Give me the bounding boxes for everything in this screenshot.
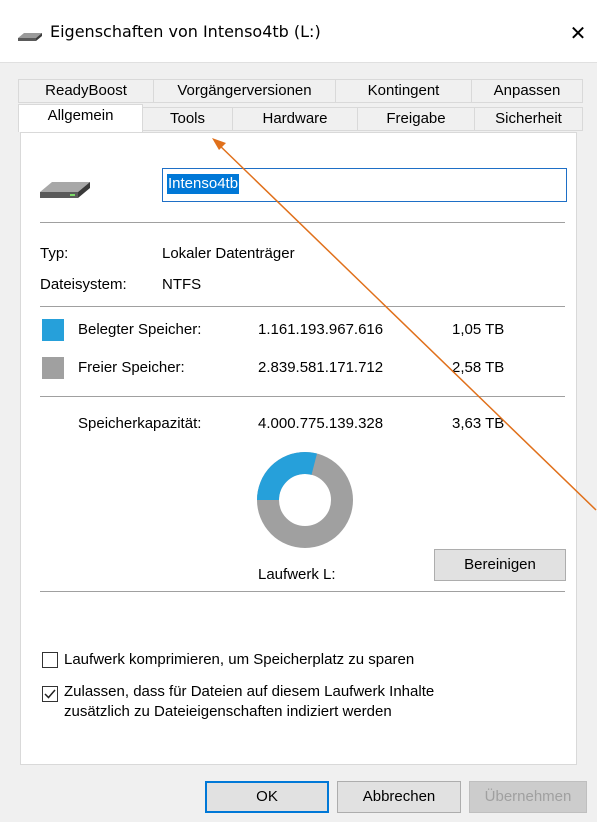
capacity-bytes: 4.000.775.139.328 [258,415,384,432]
type-value: Lokaler Datenträger [162,245,295,262]
drive-letter-label: Laufwerk L: [258,566,336,583]
used-size: 1,05 TB [452,321,505,338]
separator [40,396,565,397]
tab-kontingent[interactable]: Kontingent [335,79,472,103]
compress-checkbox[interactable] [42,652,58,668]
separator [40,591,565,592]
tab-readyboost[interactable]: ReadyBoost [18,79,154,103]
drive-icon [40,178,90,205]
checkmark-icon [44,689,56,699]
tab-allgemein[interactable]: Allgemein [18,104,143,132]
capacity-size: 3,63 TB [452,415,505,432]
capacity-label: Speicherkapazität: [78,415,202,432]
tab-anpassen[interactable]: Anpassen [471,79,583,103]
usage-donut-chart [257,452,353,548]
used-bytes: 1.161.193.967.616 [258,321,384,338]
apply-button[interactable]: Übernehmen [469,781,587,813]
tab-hardware[interactable]: Hardware [232,107,358,131]
used-label: Belegter Speicher: [78,321,202,338]
cancel-button[interactable]: Abbrechen [337,781,461,813]
type-label: Typ: [40,245,69,262]
tab-tools[interactable]: Tools [142,107,233,131]
separator [40,222,565,223]
free-color-swatch [42,357,64,379]
index-checkbox[interactable] [42,686,58,702]
free-size: 2,58 TB [452,359,505,376]
close-button[interactable]: ✕ [566,22,590,46]
filesystem-label: Dateisystem: [40,276,127,293]
filesystem-value: NTFS [162,276,202,293]
window-title: Eigenschaften von Intenso4tb (L:) [50,22,321,41]
drive-icon [18,28,42,46]
compress-label: Laufwerk komprimieren, um Speicherplatz … [64,651,415,668]
tab-sicherheit[interactable]: Sicherheit [474,107,583,131]
free-label: Freier Speicher: [78,359,185,376]
index-label-line2: zusätzlich zu Dateieigenschaften indizie… [64,703,392,720]
title-bar: Eigenschaften von Intenso4tb (L:) ✕ [0,0,597,62]
separator [40,306,565,307]
free-bytes: 2.839.581.171.712 [258,359,384,376]
ok-button[interactable]: OK [205,781,329,813]
index-label-line1: Zulassen, dass für Dateien auf diesem La… [64,683,435,700]
tab-freigabe[interactable]: Freigabe [357,107,475,131]
tab-vorgaengerversionen[interactable]: Vorgängerversionen [153,79,336,103]
drive-name-input[interactable]: Intenso4tb [162,168,567,202]
used-color-swatch [42,319,64,341]
cleanup-button[interactable]: Bereinigen [434,549,566,581]
